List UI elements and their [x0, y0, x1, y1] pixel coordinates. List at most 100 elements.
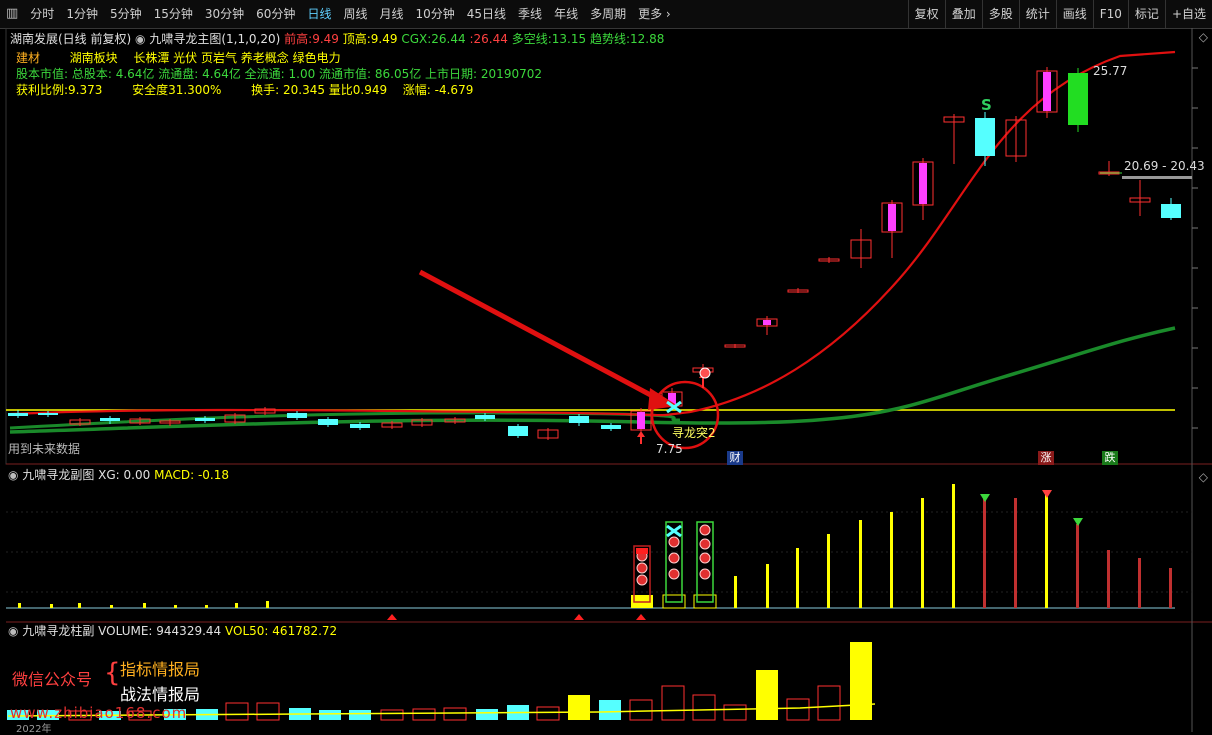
sub-bar — [174, 605, 177, 608]
profit-ratio: 获利比例:9.373 — [16, 83, 103, 97]
period-button[interactable]: 月线 — [373, 0, 409, 28]
sub-bar — [1014, 498, 1017, 608]
sub-bar — [205, 605, 208, 608]
finance-badge[interactable]: 财 — [727, 451, 743, 465]
high-price-marker: 25.77 — [1093, 64, 1128, 78]
region-label: 湖南板块 — [69, 51, 118, 65]
period-toolbar: ▥ 分时 1分钟 5分钟 15分钟 30分钟 60分钟 日线 周线 月线 10分钟 45日线 季线 年线… — [0, 0, 1212, 29]
signal-ball-icon — [668, 536, 680, 548]
tool-button[interactable]: 画线 — [1055, 0, 1093, 28]
period-button[interactable]: 60分钟 — [250, 0, 301, 28]
volume-label: VOLUME: — [98, 624, 153, 638]
period-button[interactable]: 季线 — [512, 0, 548, 28]
volume-bar — [225, 702, 249, 721]
rise-badge[interactable]: 涨 — [1038, 451, 1054, 465]
candle-body — [195, 418, 215, 421]
pointer-arrow-shaft — [418, 269, 662, 403]
cgx-value: 26.44 — [431, 32, 466, 46]
sub-bar — [78, 603, 81, 608]
sub-bar — [890, 512, 893, 608]
tool-button[interactable]: 叠加 — [944, 0, 982, 28]
volume-panel-title[interactable]: 九啸寻龙柱副 — [22, 624, 94, 638]
period-button[interactable]: 周线 — [337, 0, 373, 28]
tool-button[interactable]: 标记 — [1127, 0, 1165, 28]
sub-indicator-icon[interactable]: ◉ — [8, 468, 18, 482]
signal-ball-icon — [699, 367, 711, 379]
period-button-group: 分时 1分钟 5分钟 15分钟 30分钟 60分钟 日线 周线 月线 10分钟 45日线 季线 年线 多周… — [24, 0, 676, 28]
cgx-secondary-value: :26.44 — [469, 32, 508, 46]
signal-ball-icon — [699, 568, 711, 580]
stock-info-line: 股本市值: 总股本: 4.64亿 流通盘: 4.64亿 全流通: 1.00 流通… — [16, 67, 542, 81]
candlestick-series[interactable] — [8, 67, 1181, 440]
tool-button[interactable]: F10 — [1092, 0, 1128, 28]
main-annotations — [418, 172, 1192, 450]
fall-badge[interactable]: 跌 — [1102, 451, 1118, 465]
sub-bar — [1107, 550, 1110, 608]
stock-title: 湖南发展(日线 前复权) — [10, 32, 132, 46]
sub-bar — [859, 520, 862, 608]
tool-button[interactable]: +自选 — [1164, 0, 1212, 28]
volume-bar — [380, 709, 404, 721]
period-button[interactable]: 更多 › — [632, 0, 677, 28]
period-button[interactable]: 45日线 — [461, 0, 512, 28]
period-button[interactable]: 多周期 — [584, 0, 632, 28]
candle-body — [38, 413, 58, 415]
sub-bar — [766, 564, 769, 608]
indicator-name[interactable]: 九啸寻龙主图(1,1,0,20) — [149, 32, 280, 46]
settings-icon[interactable]: ▥ — [0, 0, 24, 28]
signal-ball-icon — [636, 574, 648, 586]
period-button[interactable]: 年线 — [548, 0, 584, 28]
sub-panel-title[interactable]: 九啸寻龙副图 — [22, 468, 94, 482]
period-button[interactable]: 1分钟 — [60, 0, 104, 28]
volume-bar — [568, 695, 590, 720]
tool-button[interactable]: 复权 — [907, 0, 945, 28]
signal-ball-icon — [699, 552, 711, 564]
candle-signal-fill — [637, 412, 645, 429]
wechat-label: 微信公众号 — [12, 670, 93, 689]
period-button[interactable]: 分时 — [24, 0, 60, 28]
indicator-dropdown-icon[interactable]: ◉ — [135, 32, 145, 46]
signal-ball-icon — [668, 568, 680, 580]
buy-arrow-icon — [636, 614, 646, 620]
volume-indicator-icon[interactable]: ◉ — [8, 624, 18, 638]
period-button[interactable]: 日线 — [301, 0, 337, 28]
future-data-note: 用到未来数据 — [8, 442, 81, 456]
concepts-label: 长株潭 光伏 页岩气 养老概念 绿色电力 — [133, 51, 341, 65]
volume-bar — [476, 709, 498, 720]
period-button[interactable]: 10分钟 — [409, 0, 460, 28]
volume-bar — [412, 708, 436, 721]
period-button[interactable]: 15分钟 — [148, 0, 199, 28]
volume-bar — [661, 685, 685, 721]
tool-button[interactable]: 多股 — [981, 0, 1019, 28]
candle-signal-fill — [888, 204, 896, 231]
sub-bar — [18, 603, 21, 608]
butterfly-icon — [666, 524, 682, 538]
candle-body — [318, 419, 338, 425]
buy-arrow-icon — [387, 614, 397, 620]
brand-line-2: 战法情报局 — [120, 685, 201, 704]
duokong-value: 13.15 — [551, 32, 587, 46]
tool-button[interactable]: 统计 — [1018, 0, 1056, 28]
sub-bar — [266, 601, 269, 608]
sub-bar — [1045, 494, 1048, 608]
sub-indicator-bars — [6, 484, 1175, 609]
signal-arrow-icon — [980, 494, 990, 502]
stats-row: 获利比例:9.373 安全度31.300% 换手: 20.345 量比0.949… — [16, 81, 473, 98]
period-button[interactable]: 30分钟 — [199, 0, 250, 28]
panel-expand-icon[interactable]: ◇ — [1199, 30, 1208, 44]
sector-label: 建材 — [16, 51, 41, 65]
volume-value: 944329.44 — [156, 624, 222, 638]
sell-signal-marker: S — [981, 96, 992, 114]
period-button[interactable]: 5分钟 — [104, 0, 148, 28]
sub-bar — [921, 498, 924, 608]
candle-body — [8, 413, 28, 416]
signal-ball-icon — [699, 538, 711, 550]
price-range-label: 20.69 - 20.43 — [1124, 159, 1205, 173]
vol50-label: VOL50: — [225, 624, 269, 638]
candle-signal-fill — [763, 320, 771, 325]
candle-signal-fill — [1043, 72, 1051, 111]
sub-bar — [983, 498, 986, 608]
sub-panel-expand-icon[interactable]: ◇ — [1199, 470, 1208, 484]
red-ma-line — [9, 50, 1176, 417]
low-price-marker: 7.75 — [656, 442, 683, 456]
